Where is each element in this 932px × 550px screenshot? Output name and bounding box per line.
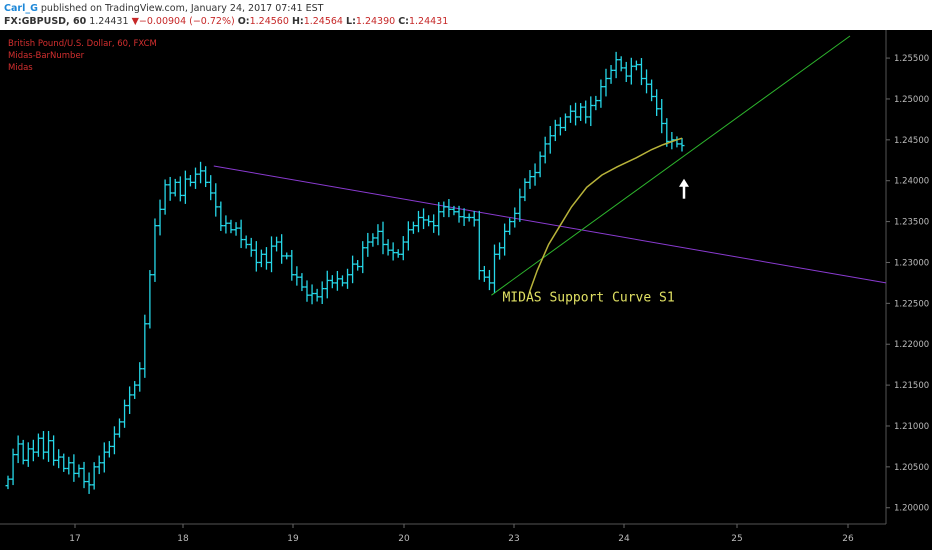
x-tick-label: 20 <box>398 534 410 544</box>
x-tick-label: 18 <box>177 534 189 544</box>
y-tick-label: 1.24000 <box>894 177 929 187</box>
legend-entry: British Pound/U.S. Dollar, 60, FXCM <box>8 39 157 49</box>
price-change: −0.00904 (−0.72%) <box>138 16 235 27</box>
down-arrow-icon: ▼ <box>131 16 139 27</box>
x-tick-label: 26 <box>842 534 854 544</box>
open-label: O: <box>237 16 250 27</box>
y-tick-label: 1.21000 <box>894 422 929 432</box>
y-tick-label: 1.23500 <box>894 218 929 228</box>
published-text: published on TradingView.com, January 24… <box>40 3 324 14</box>
open-value: 1.24560 <box>249 16 289 27</box>
publisher-username[interactable]: Carl_G <box>4 3 38 14</box>
chart-header: Carl_G published on TradingView.com, Jan… <box>0 0 932 30</box>
close-label: C: <box>398 16 409 27</box>
y-tick-label: 1.22000 <box>894 340 929 350</box>
x-tick-label: 19 <box>287 534 299 544</box>
chart-area[interactable]: 1.25500 1.25000 1.24500 1.24000 1.23500 1.230… <box>0 30 932 550</box>
close-value: 1.24431 <box>408 16 449 27</box>
low-value: 1.24390 <box>355 16 396 27</box>
legend-entry: Midas-BarNumber <box>8 51 85 61</box>
y-tick-label: 1.21500 <box>894 381 929 391</box>
y-tick-label: 1.25500 <box>894 54 929 64</box>
y-tick-label: 1.20000 <box>894 504 929 514</box>
legend-entry: Midas <box>8 63 33 73</box>
quote-line: FX:GBPUSD, 60 1.24431 ▼−0.00904 (−0.72%)… <box>4 16 448 27</box>
last-price: 1.24431 <box>89 16 129 27</box>
y-tick-label: 1.22500 <box>894 299 929 309</box>
y-tick-label: 1.20500 <box>894 463 929 473</box>
x-tick-label: 25 <box>731 534 742 544</box>
x-tick-label: 23 <box>508 534 519 544</box>
high-label: H: <box>291 16 304 27</box>
y-tick-label: 1.24500 <box>894 136 929 146</box>
y-tick-label: 1.23000 <box>894 258 929 268</box>
low-label: L: <box>346 16 356 27</box>
symbol-label: FX:GBPUSD, 60 <box>4 16 87 27</box>
price-chart[interactable]: 1.25500 1.25000 1.24500 1.24000 1.23500 1.230… <box>0 30 932 550</box>
high-value: 1.24564 <box>303 16 343 27</box>
annotation-label: MIDAS Support Curve S1 <box>502 290 674 305</box>
x-tick-label: 24 <box>618 534 630 544</box>
publisher-line: Carl_G published on TradingView.com, Jan… <box>4 3 323 14</box>
y-tick-label: 1.25000 <box>894 95 929 105</box>
chart-background <box>0 30 932 550</box>
x-tick-label: 17 <box>69 534 80 544</box>
